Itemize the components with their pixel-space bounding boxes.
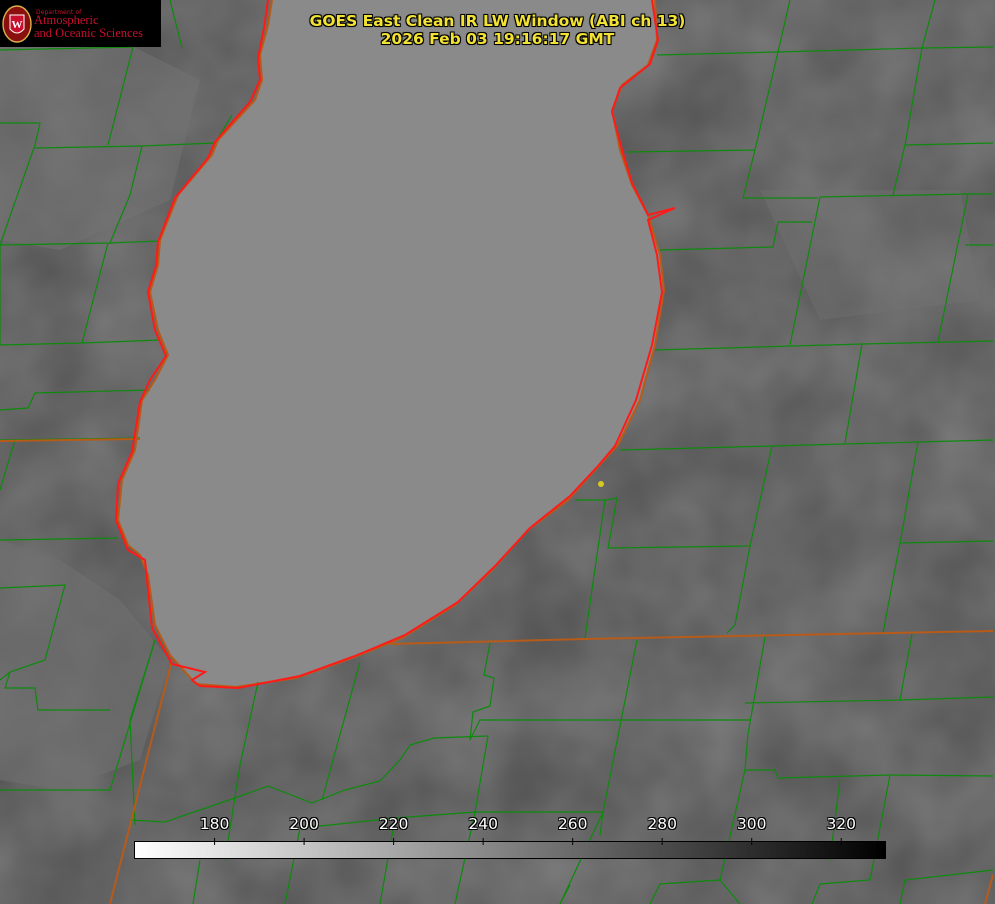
colorbar-tick-label: 300: [736, 815, 767, 833]
colorbar-tick-label: 240: [468, 815, 498, 833]
logo-line-2: and Oceanic Sciences: [34, 26, 143, 40]
colorbar: [134, 841, 886, 859]
colorbar-tick-label: 180: [199, 815, 230, 833]
colorbar-tick-label: 260: [557, 815, 588, 833]
aos-logo[interactable]: W Department of Atmospheric and Oceanic …: [0, 0, 161, 47]
colorbar-tick-label: 200: [289, 815, 319, 833]
colorbar-tick-label: 220: [378, 815, 409, 833]
colorbar-tick-label: 280: [647, 815, 677, 833]
satellite-map[interactable]: GOES East Clean IR LW Window (ABI ch 13)…: [0, 0, 995, 904]
site-marker: [598, 481, 604, 487]
map-layers: [0, 0, 995, 904]
svg-text:W: W: [12, 19, 23, 31]
colorbar-tick-label: 320: [826, 815, 857, 833]
uw-crest-icon: W: [2, 5, 32, 43]
